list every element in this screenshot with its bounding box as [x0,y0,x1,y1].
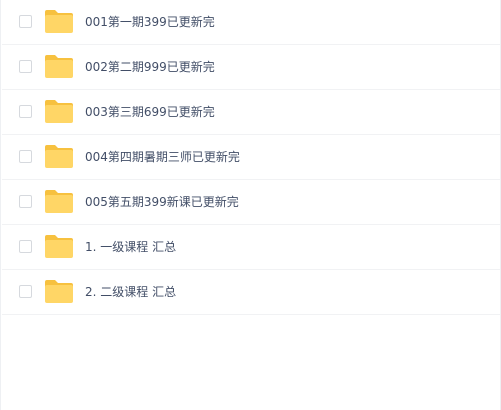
select-checkbox[interactable] [19,60,32,73]
folder-icon [45,190,73,213]
list-item[interactable]: 003第三期699已更新完 [2,90,500,135]
file-name[interactable]: 001第一期399已更新完 [85,14,215,30]
select-checkbox[interactable] [19,240,32,253]
select-checkbox[interactable] [19,15,32,28]
select-checkbox[interactable] [19,195,32,208]
list-item[interactable]: 2. 二级课程 汇总 [2,270,500,315]
folder-icon [45,55,73,78]
folder-icon [45,100,73,123]
file-name[interactable]: 003第三期699已更新完 [85,104,215,120]
list-item[interactable]: 1. 一级课程 汇总 [2,225,500,270]
list-item[interactable]: 005第五期399新课已更新完 [2,180,500,225]
select-checkbox[interactable] [19,285,32,298]
file-name[interactable]: 2. 二级课程 汇总 [85,284,176,300]
list-item[interactable]: 001第一期399已更新完 [2,0,500,45]
file-name[interactable]: 002第二期999已更新完 [85,59,215,75]
file-list: 001第一期399已更新完 002第二期999已更新完 003第三期699已更新… [2,0,500,315]
file-name[interactable]: 1. 一级课程 汇总 [85,239,176,255]
folder-icon [45,280,73,303]
folder-icon [45,235,73,258]
file-browser-panel: 001第一期399已更新完 002第二期999已更新完 003第三期699已更新… [0,0,501,410]
folder-icon [45,145,73,168]
folder-icon [45,10,73,33]
select-checkbox[interactable] [19,105,32,118]
list-item[interactable]: 002第二期999已更新完 [2,45,500,90]
list-item[interactable]: 004第四期暑期三师已更新完 [2,135,500,180]
file-name[interactable]: 004第四期暑期三师已更新完 [85,149,240,165]
file-name[interactable]: 005第五期399新课已更新完 [85,194,239,210]
select-checkbox[interactable] [19,150,32,163]
